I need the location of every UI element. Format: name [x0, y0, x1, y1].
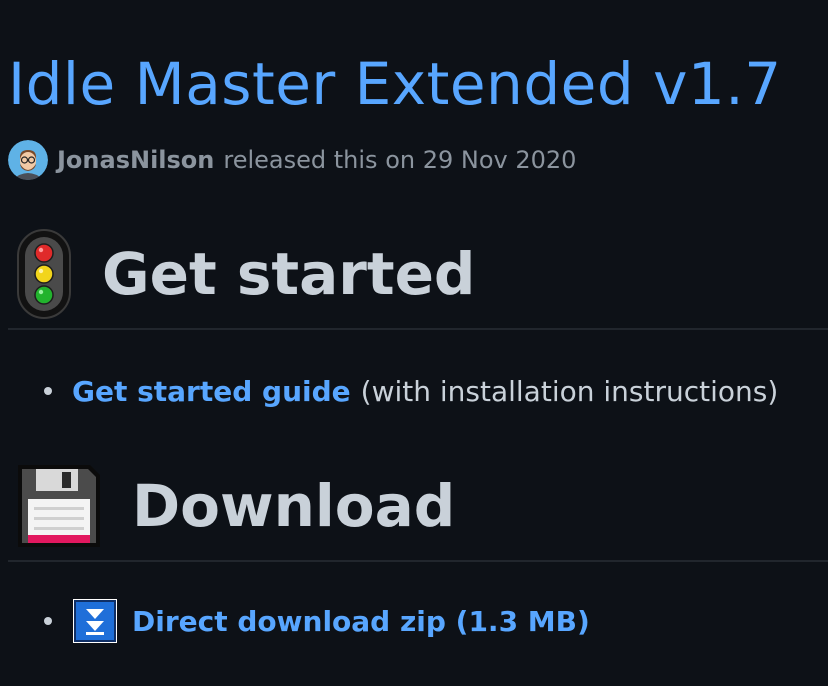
get-started-heading: Get started — [16, 228, 475, 320]
release-title[interactable]: Idle Master Extended v1.7 — [8, 44, 782, 124]
author-link[interactable]: JonasNilson — [57, 146, 214, 174]
bullet-icon — [44, 617, 52, 625]
get-started-guide-link[interactable]: Get started guide — [72, 375, 351, 408]
list-item: Get started guide (with installation ins… — [44, 370, 778, 412]
get-started-title: Get started — [102, 240, 476, 308]
avatar[interactable] — [8, 140, 48, 180]
download-title: Download — [132, 472, 456, 540]
download-arrow-icon — [73, 599, 117, 643]
release-date-text: released this on 29 Nov 2020 — [223, 146, 577, 174]
list-item: Direct download zip (1.3 MB) — [44, 598, 590, 644]
section-divider — [8, 328, 828, 330]
section-divider — [8, 560, 828, 562]
release-page: Idle Master Extended v1.7 JonasNilson re… — [0, 0, 828, 686]
floppy-disk-icon — [18, 465, 100, 547]
release-byline: JonasNilson released this on 29 Nov 2020 — [8, 140, 576, 180]
bullet-icon — [44, 387, 52, 395]
download-heading: Download — [16, 460, 455, 552]
direct-download-link[interactable]: Direct download zip (1.3 MB) — [132, 605, 590, 638]
guide-description: (with installation instructions) — [360, 374, 779, 408]
traffic-light-icon — [17, 229, 71, 319]
